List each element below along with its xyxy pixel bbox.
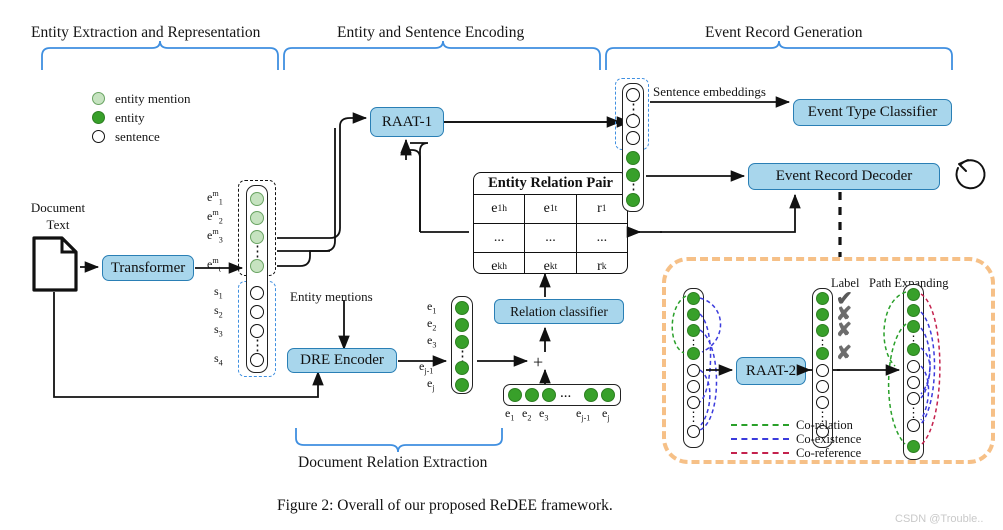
figure-canvas: Entity Extraction and Representation Ent… [0, 0, 1003, 530]
figure-caption: Figure 2: Overall of our proposed ReDEE … [277, 497, 613, 514]
document-relation-extraction-brace [295, 428, 503, 453]
phase-label-document-relation-extraction: Document Relation Extraction [298, 454, 488, 471]
watermark: CSDN @Trouble.. [895, 513, 984, 525]
